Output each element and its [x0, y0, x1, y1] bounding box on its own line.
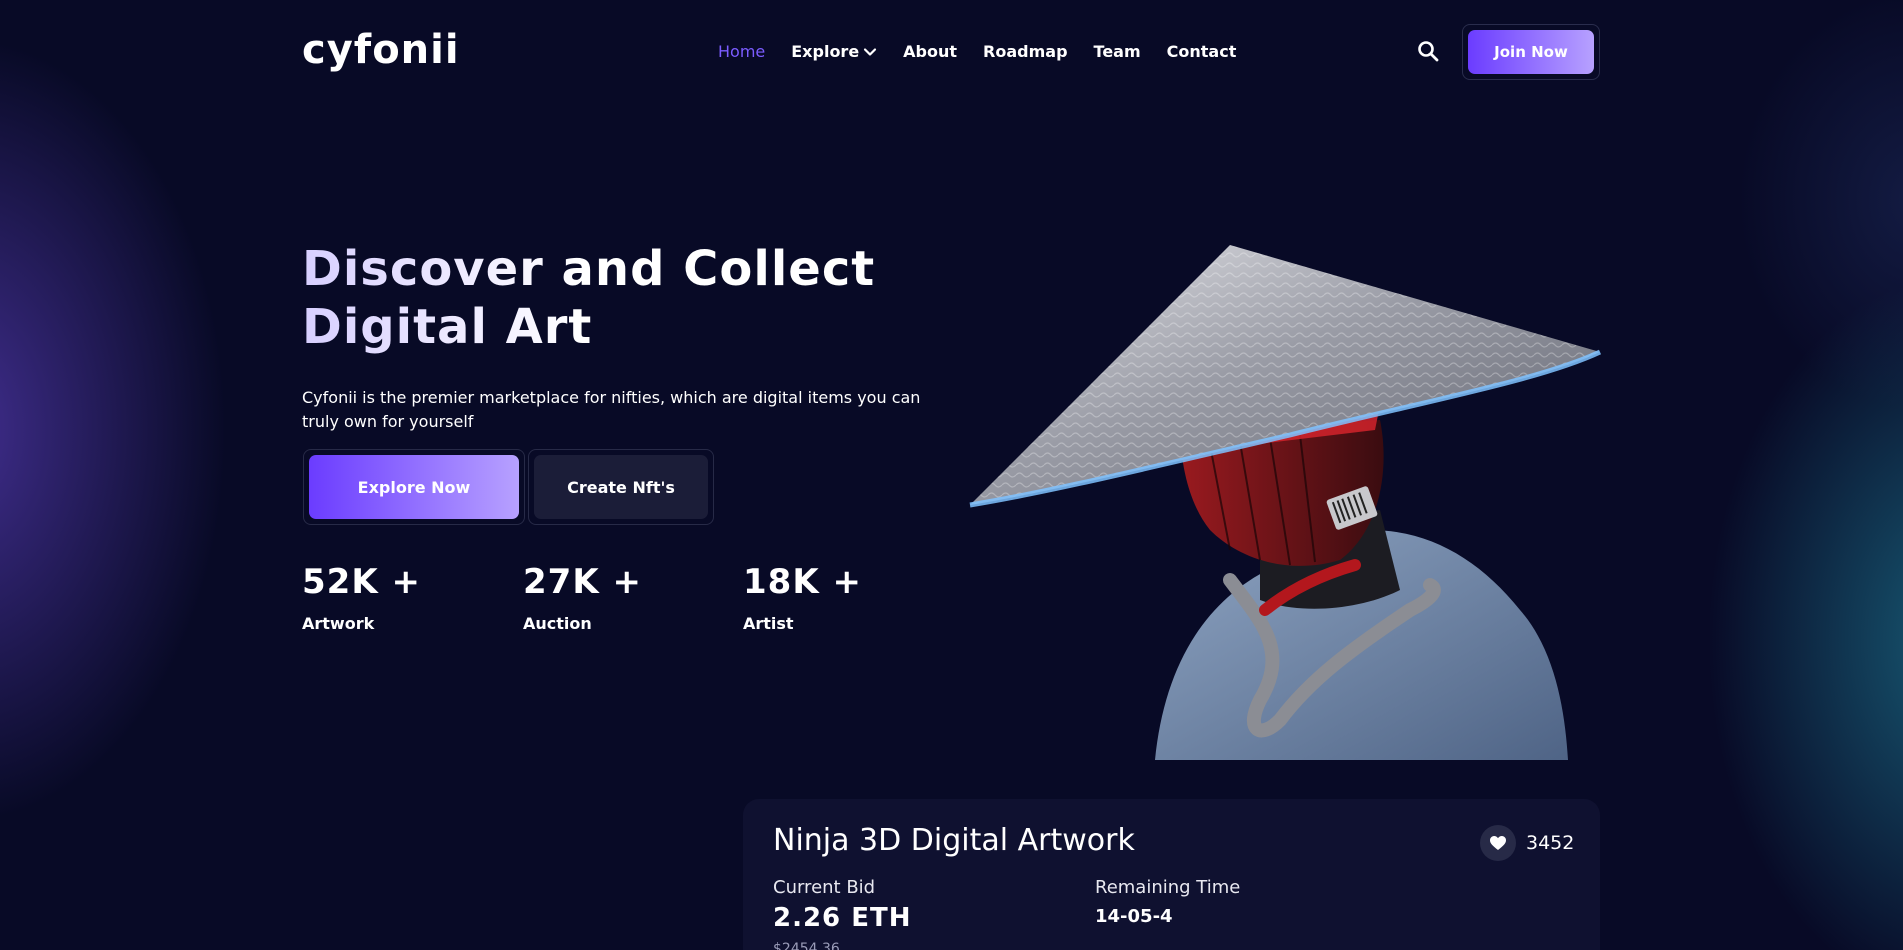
current-bid-value: 2.26 ETH — [773, 903, 912, 933]
stat-label: Artwork — [302, 614, 375, 633]
nav-team[interactable]: Team — [1094, 42, 1141, 61]
current-bid-label: Current Bid — [773, 877, 876, 898]
stat-value: 27K + — [523, 562, 642, 602]
nav-home[interactable]: Home — [718, 42, 765, 61]
hero-title: Discover and Collect Digital Art — [302, 240, 1002, 356]
nav-about-label: About — [903, 42, 958, 61]
explore-button-frame: Explore Now — [303, 449, 525, 525]
create-button-frame: Create Nft's — [528, 449, 714, 525]
bid-usd-value: $2454.36 — [773, 941, 840, 950]
hero-description: Cyfonii is the premier marketplace for n… — [302, 388, 921, 431]
stat-auction: 27K + Auction — [523, 562, 642, 633]
nav-explore-label: Explore — [791, 42, 860, 61]
artwork-card[interactable]: Ninja 3D Digital Artwork 3452 Current Bi… — [743, 799, 1600, 950]
chevron-down-icon — [864, 47, 877, 56]
nav-explore[interactable]: Explore — [791, 42, 877, 61]
ninja-artwork-image — [969, 245, 1602, 760]
nav-about[interactable]: About — [903, 42, 957, 61]
nav-roadmap[interactable]: Roadmap — [983, 42, 1067, 61]
main-nav: Home Explore About Roadmap Team Contact — [718, 42, 1262, 61]
stat-artwork: 52K + Artwork — [302, 562, 421, 633]
page: cyfonii Home Explore About Roadmap Team … — [0, 0, 1903, 950]
like-button[interactable] — [1480, 825, 1516, 861]
artwork-title: Ninja 3D Digital Artwork — [773, 823, 1135, 858]
join-button-frame: Join Now — [1462, 24, 1600, 80]
nav-contact-label: Contact — [1166, 42, 1237, 61]
join-now-button[interactable]: Join Now — [1468, 30, 1594, 74]
explore-now-button[interactable]: Explore Now — [309, 455, 519, 519]
nav-team-label: Team — [1093, 42, 1141, 61]
stat-artist: 18K + Artist — [743, 562, 862, 633]
logo[interactable]: cyfonii — [302, 28, 460, 72]
create-nfts-button[interactable]: Create Nft's — [534, 455, 708, 519]
search-icon[interactable] — [1416, 39, 1440, 63]
stat-label: Auction — [523, 614, 592, 633]
remaining-time-value: 14-05-4 — [1095, 906, 1173, 927]
stat-label: Artist — [743, 614, 794, 633]
like-count: 3452 — [1526, 832, 1575, 854]
stat-value: 18K + — [743, 562, 862, 602]
stat-value: 52K + — [302, 562, 421, 602]
remaining-time-label: Remaining Time — [1095, 877, 1241, 898]
nav-roadmap-label: Roadmap — [983, 42, 1068, 61]
nav-home-label: Home — [718, 42, 766, 61]
heart-icon — [1490, 836, 1506, 850]
nav-contact[interactable]: Contact — [1167, 42, 1237, 61]
